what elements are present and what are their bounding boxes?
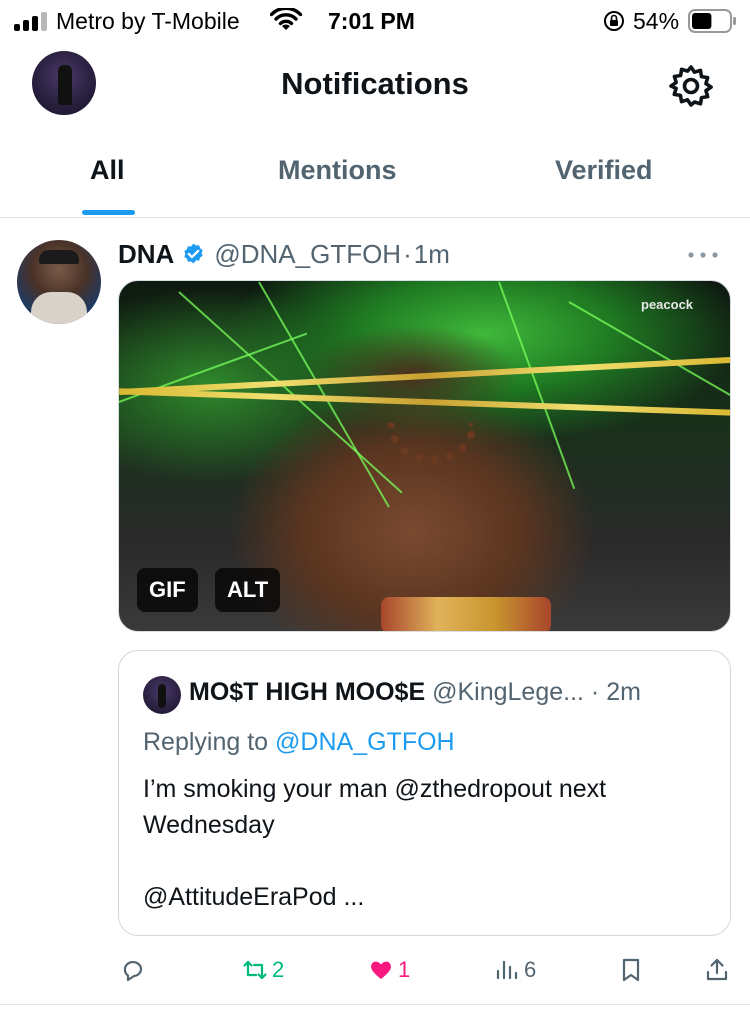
more-options-icon[interactable] bbox=[683, 245, 723, 265]
tab-all[interactable]: All bbox=[90, 155, 125, 186]
retweet-button[interactable]: 2 bbox=[242, 952, 284, 988]
wrestler-necklace bbox=[387, 423, 477, 463]
gif-badge: GIF bbox=[137, 568, 198, 612]
separator-dot: · bbox=[590, 678, 600, 706]
divider bbox=[0, 1004, 750, 1005]
carrier-name: Metro by T-Mobile bbox=[56, 8, 240, 34]
tweet-header: DNA @DNA_GTFOH · 1m bbox=[118, 237, 450, 271]
views-count: 6 bbox=[524, 957, 537, 982]
reply-button[interactable] bbox=[120, 952, 150, 988]
heart-icon bbox=[371, 961, 391, 979]
laser-light bbox=[498, 281, 576, 490]
tweet-media-gif[interactable]: peacock GIF ALT bbox=[118, 280, 731, 632]
author-name[interactable]: DNA bbox=[118, 239, 174, 270]
quote-text: I’m smoking your man @zthedropout next W… bbox=[143, 771, 708, 915]
tweet-actions: 2 1 6 bbox=[0, 952, 750, 992]
championship-belt bbox=[381, 597, 551, 631]
replying-to-handle-link[interactable]: @DNA_GTFOH bbox=[275, 728, 455, 756]
quoted-tweet[interactable]: MO$T HIGH MOO$E @KingLege... · 2m Replyi… bbox=[118, 650, 731, 936]
share-icon bbox=[706, 958, 728, 981]
tweet-time[interactable]: 1m bbox=[414, 239, 450, 270]
status-bar: Metro by T-Mobile 7:01 PM 54% bbox=[0, 0, 750, 44]
separator-dot: · bbox=[403, 238, 412, 269]
quote-author-handle: @KingLege... bbox=[432, 678, 584, 706]
battery-icon bbox=[688, 9, 736, 33]
page-title: Notifications bbox=[281, 66, 469, 101]
author-handle[interactable]: @DNA_GTFOH bbox=[214, 239, 401, 270]
views-button[interactable]: 6 bbox=[494, 952, 536, 988]
quote-time: 2m bbox=[606, 678, 641, 706]
battery-percentage: 54% bbox=[633, 8, 680, 34]
replying-to-label: Replying to bbox=[143, 728, 276, 756]
quote-header: MO$T HIGH MOO$E @KingLege... · 2m bbox=[189, 678, 641, 707]
quote-text-line: @AttitudeEraPod ... bbox=[143, 883, 365, 911]
rotation-lock-icon bbox=[604, 11, 624, 31]
quote-text-line: I’m smoking your man @zthedropout next W… bbox=[143, 775, 607, 839]
bookmark-button[interactable] bbox=[618, 952, 644, 988]
replying-to: Replying to @DNA_GTFOH bbox=[143, 728, 455, 757]
author-avatar[interactable] bbox=[17, 240, 101, 324]
wifi-icon bbox=[270, 8, 302, 30]
notification-tabs: All Mentions Verified bbox=[0, 140, 750, 218]
reply-icon bbox=[123, 961, 143, 982]
ring-rope bbox=[119, 356, 730, 396]
tab-mentions[interactable]: Mentions bbox=[278, 155, 397, 186]
laser-light bbox=[568, 301, 730, 403]
bookmark-icon bbox=[622, 958, 640, 982]
active-tab-indicator bbox=[82, 210, 135, 215]
cellular-signal-icon bbox=[14, 11, 48, 31]
quote-author-name: MO$T HIGH MOO$E bbox=[189, 678, 426, 706]
like-button[interactable]: 1 bbox=[368, 952, 410, 988]
bar-chart-icon bbox=[496, 960, 518, 980]
tab-verified[interactable]: Verified bbox=[555, 155, 653, 186]
retweet-count: 2 bbox=[272, 957, 285, 982]
broadcast-logo: peacock bbox=[641, 297, 694, 312]
status-time: 7:01 PM bbox=[328, 8, 415, 34]
quote-author-avatar bbox=[143, 676, 181, 714]
verified-badge-icon bbox=[184, 243, 204, 263]
share-button[interactable] bbox=[704, 952, 730, 988]
ring-rope bbox=[119, 388, 730, 416]
alt-text-button[interactable]: ALT bbox=[215, 568, 281, 612]
retweet-icon bbox=[243, 960, 267, 980]
like-count: 1 bbox=[398, 957, 411, 982]
gear-icon[interactable] bbox=[668, 63, 714, 109]
